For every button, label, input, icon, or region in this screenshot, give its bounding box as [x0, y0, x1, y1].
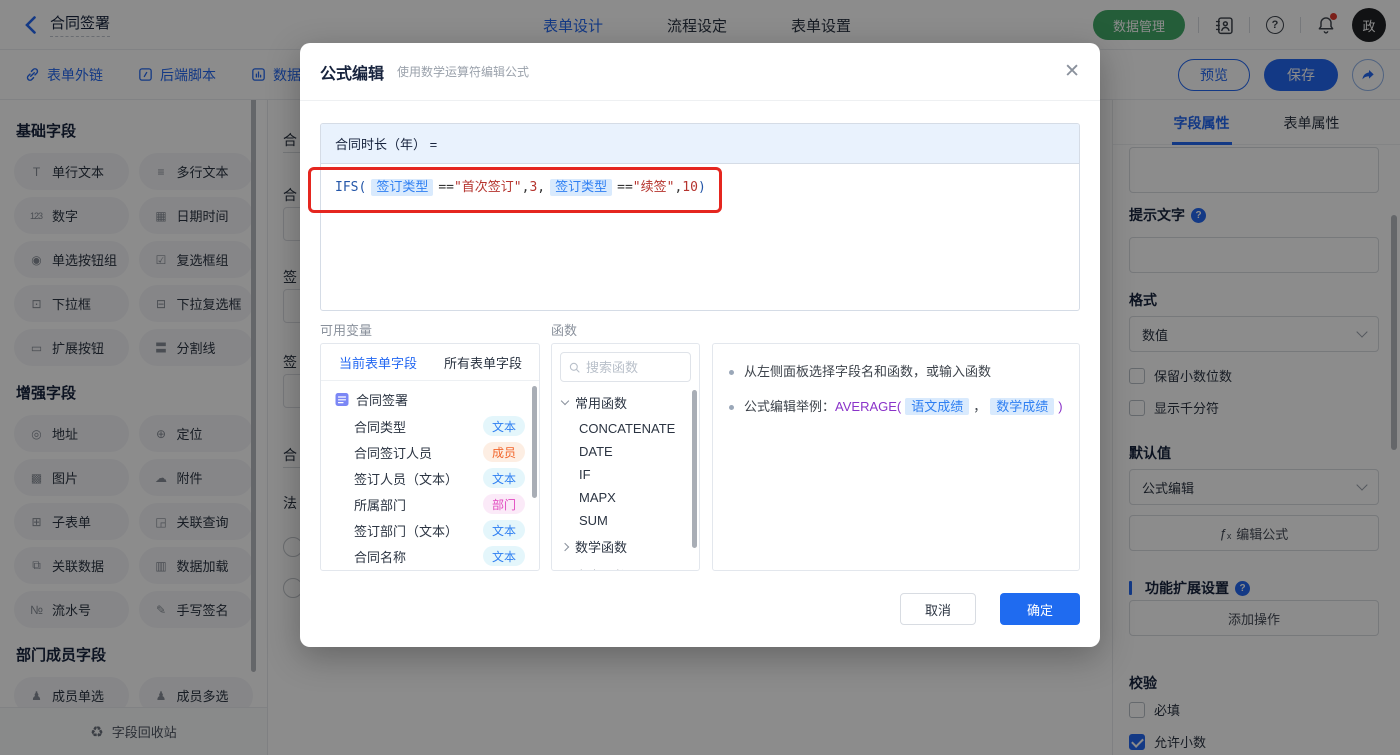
modal-title: 公式编辑 — [320, 65, 385, 83]
type-badge: 成员 — [482, 442, 525, 462]
functions-panel: 常用函数 CONCATENATE DATE IF MAPX SUM 数学函数 文… — [551, 343, 700, 571]
formula-token-operator: == — [617, 180, 633, 195]
function-search-input[interactable] — [586, 359, 682, 375]
variables-root-node[interactable]: 合同签署 — [321, 381, 539, 413]
function-item-concatenate[interactable]: CONCATENATE — [552, 417, 699, 440]
search-icon — [569, 362, 580, 373]
tab-all-form-fields[interactable]: 所有表单字段 — [444, 353, 522, 372]
variables-scrollbar[interactable] — [532, 386, 537, 498]
variables-panel: 当前表单字段 所有表单字段 合同签署 合同类型 文本 合同签订人员 成员 签订人… — [320, 343, 540, 571]
variables-tabs: 当前表单字段 所有表单字段 — [321, 344, 539, 381]
formula-token-number: 10 — [682, 180, 698, 195]
formula-editor-modal: 公式编辑 使用数学运算符编辑公式 ✕ 合同时长（年） = IFS(签订类型 =="… — [300, 43, 1100, 647]
formula-token-string: "首次签订" — [453, 180, 522, 195]
variable-row[interactable]: 签订部门（文本） 文本 — [321, 517, 539, 543]
tab-current-form-fields[interactable]: 当前表单字段 — [339, 353, 417, 372]
confirm-button[interactable]: 确定 — [1000, 593, 1080, 625]
formula-token-operator: == — [438, 180, 454, 195]
formula-token-paren: ) — [697, 180, 706, 195]
formula-target-field: 合同时长（年） = — [321, 124, 1079, 164]
type-badge: 部门 — [482, 494, 525, 514]
type-badge: 文本 — [482, 416, 525, 436]
variable-row[interactable]: 签订人员（文本） 文本 — [321, 465, 539, 491]
function-item-date[interactable]: DATE — [552, 440, 699, 463]
function-group-math[interactable]: 数学函数 — [552, 532, 699, 561]
formula-help-panel: 从左侧面板选择字段名和函数，或输入函数 公式编辑举例：AVERAGE(语文成绩，… — [712, 343, 1080, 571]
example-field-chip: 语文成绩 — [905, 398, 970, 415]
variable-row[interactable]: 所属部门 部门 — [321, 491, 539, 517]
function-item-mapx[interactable]: MAPX — [552, 486, 699, 509]
function-item-sum[interactable]: SUM — [552, 509, 699, 532]
example-field-chip: 数学成绩 — [990, 398, 1055, 415]
formula-token-comma: , — [537, 180, 546, 195]
formula-token-field-chip: 签订类型 — [550, 179, 613, 196]
functions-scrollbar[interactable] — [692, 390, 697, 548]
available-variables-label: 可用变量 — [320, 323, 373, 338]
function-group-common[interactable]: 常用函数 — [552, 388, 699, 417]
example-close-paren: ) — [1058, 399, 1063, 414]
help-example: 公式编辑举例：AVERAGE(语文成绩，数学成绩) — [729, 396, 1063, 418]
modal-header: 公式编辑 使用数学运算符编辑公式 ✕ — [300, 43, 1100, 101]
variable-row[interactable]: 合同类型 文本 — [321, 413, 539, 439]
bullet-dot — [729, 369, 734, 375]
close-icon[interactable]: ✕ — [1064, 62, 1080, 81]
example-function: AVERAGE( — [835, 399, 902, 414]
modal-subtitle: 使用数学运算符编辑公式 — [397, 65, 530, 79]
type-badge: 文本 — [482, 546, 525, 566]
function-search-box — [560, 352, 691, 382]
chevron-right-icon — [560, 542, 570, 551]
functions-label: 函数 — [551, 323, 578, 338]
help-tip: 从左侧面板选择字段名和函数，或输入函数 — [729, 361, 1063, 383]
function-group-text[interactable]: 文本函数 — [552, 561, 699, 570]
variable-row[interactable]: 合同名称 文本 — [321, 543, 539, 569]
type-badge: 文本 — [482, 520, 525, 540]
formula-token-function: IFS( — [335, 180, 367, 195]
function-item-if[interactable]: IF — [552, 463, 699, 486]
formula-input-area[interactable]: IFS(签订类型 =="首次签订",3, 签订类型 =="续签",10) — [321, 164, 1079, 212]
form-doc-icon — [335, 393, 349, 406]
bullet-dot — [729, 404, 734, 410]
chevron-down-icon — [560, 396, 570, 406]
type-badge: 文本 — [482, 468, 525, 488]
formula-token-field-chip: 签订类型 — [371, 179, 434, 196]
formula-token-string: "续签" — [632, 180, 675, 195]
variable-row-clipped[interactable] — [321, 569, 539, 570]
variable-row[interactable]: 合同签订人员 成员 — [321, 439, 539, 465]
formula-editor: 合同时长（年） = IFS(签订类型 =="首次签订",3, 签订类型 =="续签",… — [320, 123, 1080, 311]
cancel-button[interactable]: 取消 — [900, 593, 976, 625]
